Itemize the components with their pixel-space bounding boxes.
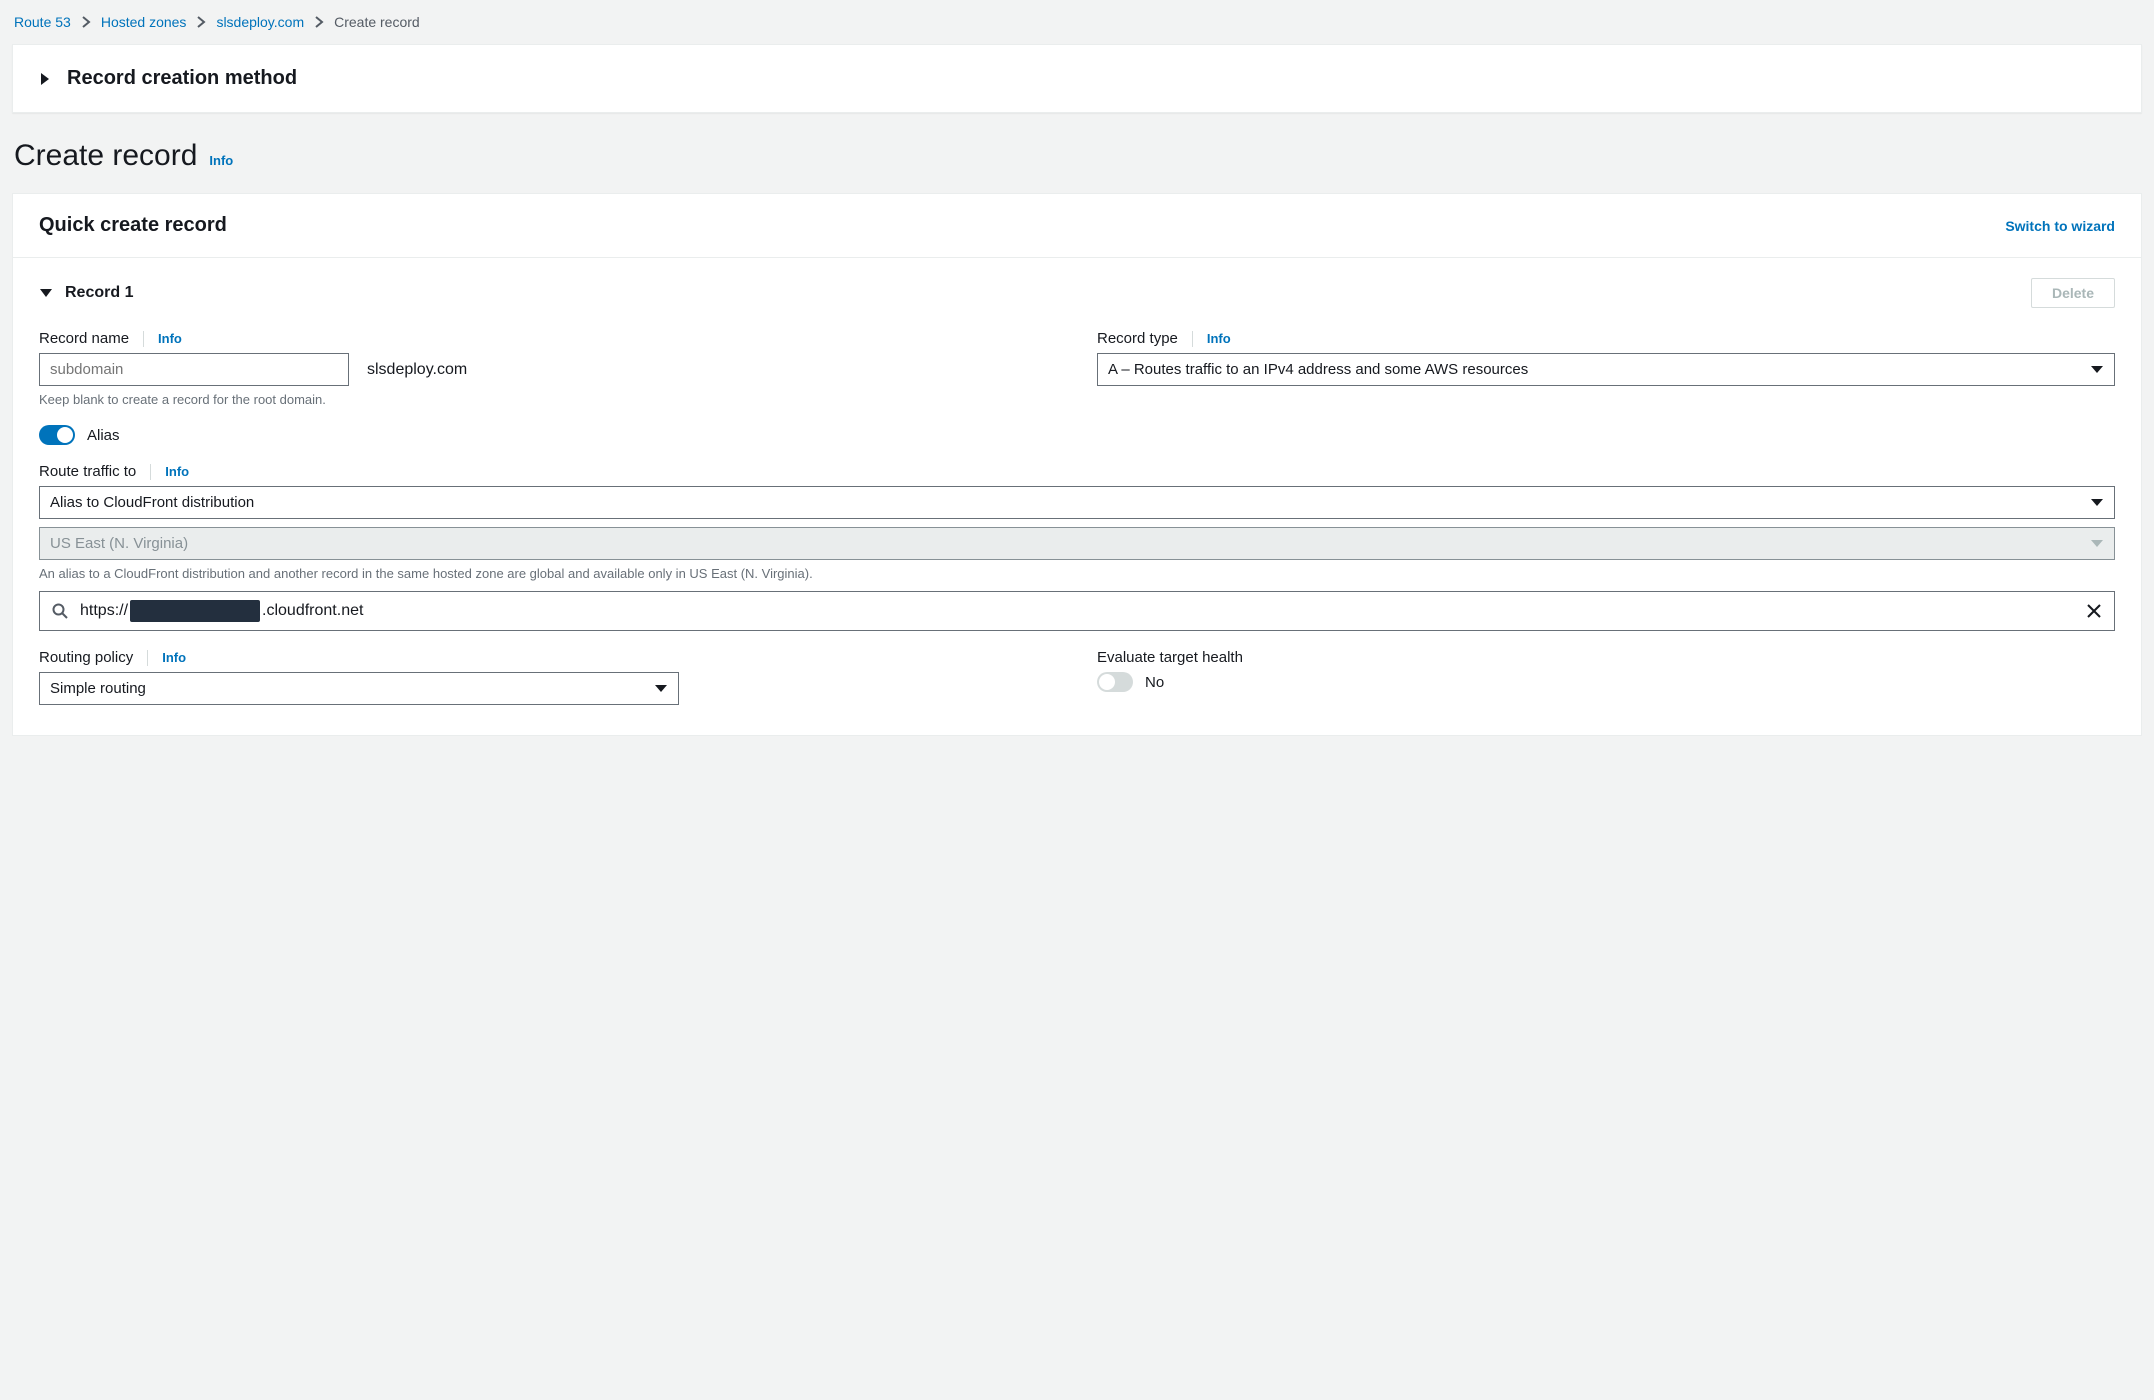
record-type-select[interactable]: A – Routes traffic to an IPv4 address an… bbox=[1097, 353, 2115, 386]
routing-policy-select[interactable]: Simple routing bbox=[39, 672, 679, 705]
alias-label: Alias bbox=[87, 427, 120, 444]
caret-down-icon bbox=[39, 287, 53, 299]
chevron-down-icon bbox=[654, 684, 668, 694]
switch-to-wizard-link[interactable]: Switch to wizard bbox=[2005, 218, 2115, 234]
region-select: US East (N. Virginia) bbox=[39, 527, 2115, 560]
record-name-suffix: slsdeploy.com bbox=[367, 361, 467, 379]
route-traffic-hint: An alias to a CloudFront distribution an… bbox=[39, 566, 2115, 581]
breadcrumb-hosted-zones[interactable]: Hosted zones bbox=[101, 14, 187, 30]
search-icon bbox=[40, 592, 80, 630]
clear-search-button[interactable] bbox=[2074, 592, 2114, 630]
page-info-link[interactable]: Info bbox=[209, 153, 233, 168]
panel-title: Record creation method bbox=[67, 67, 297, 90]
record-name-field: Record name Info slsdeploy.com Keep blan… bbox=[39, 330, 1057, 445]
record-type-info[interactable]: Info bbox=[1207, 331, 1231, 346]
card-title: Quick create record bbox=[39, 214, 227, 237]
chevron-down-icon bbox=[2090, 498, 2104, 508]
page-title-text: Create record bbox=[14, 139, 197, 173]
chevron-down-icon bbox=[2090, 539, 2104, 549]
delete-record-button[interactable]: Delete bbox=[2031, 278, 2115, 308]
record-heading: Record 1 bbox=[65, 284, 133, 302]
search-suffix: .cloudfront.net bbox=[262, 602, 363, 620]
alias-target-value: Alias to CloudFront distribution bbox=[50, 494, 254, 511]
region-value: US East (N. Virginia) bbox=[50, 535, 188, 552]
record-creation-method-panel: Record creation method bbox=[12, 44, 2142, 113]
route-traffic-label: Route traffic to bbox=[39, 463, 136, 480]
record-name-input[interactable] bbox=[39, 353, 349, 386]
routing-policy-info[interactable]: Info bbox=[162, 650, 186, 665]
divider bbox=[147, 650, 148, 666]
route-traffic-field: Route traffic to Info Alias to CloudFron… bbox=[39, 463, 2115, 631]
breadcrumb: Route 53 Hosted zones slsdeploy.com Crea… bbox=[0, 0, 2154, 44]
caret-right-icon bbox=[39, 72, 51, 86]
distribution-search[interactable]: https:// .cloudfront.net bbox=[39, 591, 2115, 631]
routing-policy-field: Routing policy Info Simple routing bbox=[39, 649, 1057, 705]
record-name-hint: Keep blank to create a record for the ro… bbox=[39, 392, 1057, 407]
chevron-down-icon bbox=[2090, 365, 2104, 375]
breadcrumb-route53[interactable]: Route 53 bbox=[14, 14, 71, 30]
divider bbox=[143, 331, 144, 347]
evaluate-health-toggle[interactable] bbox=[1097, 672, 1133, 692]
record-name-info[interactable]: Info bbox=[158, 331, 182, 346]
record-creation-method-toggle[interactable]: Record creation method bbox=[13, 45, 2141, 112]
record-name-label: Record name bbox=[39, 330, 129, 347]
routing-policy-value: Simple routing bbox=[50, 680, 146, 697]
record-type-value: A – Routes traffic to an IPv4 address an… bbox=[1108, 361, 1528, 378]
search-prefix: https:// bbox=[80, 602, 128, 620]
record-type-label: Record type bbox=[1097, 330, 1178, 347]
page-title: Create record Info bbox=[0, 139, 2154, 173]
divider bbox=[150, 464, 151, 480]
redacted-segment bbox=[130, 600, 260, 622]
record-collapse-toggle[interactable]: Record 1 bbox=[39, 284, 133, 302]
distribution-search-value: https:// .cloudfront.net bbox=[80, 600, 2074, 622]
record-type-field: Record type Info A – Routes traffic to a… bbox=[1097, 330, 2115, 445]
breadcrumb-current: Create record bbox=[334, 14, 420, 30]
chevron-right-icon bbox=[81, 16, 91, 28]
chevron-right-icon bbox=[196, 16, 206, 28]
breadcrumb-domain[interactable]: slsdeploy.com bbox=[216, 14, 304, 30]
alias-toggle[interactable] bbox=[39, 425, 75, 445]
divider bbox=[1192, 331, 1193, 347]
evaluate-health-value: No bbox=[1145, 674, 1164, 691]
evaluate-health-label: Evaluate target health bbox=[1097, 649, 1243, 666]
quick-create-card: Quick create record Switch to wizard Rec… bbox=[12, 193, 2142, 736]
chevron-right-icon bbox=[314, 16, 324, 28]
evaluate-health-field: Evaluate target health No bbox=[1097, 649, 2115, 705]
route-traffic-info[interactable]: Info bbox=[165, 464, 189, 479]
alias-target-select[interactable]: Alias to CloudFront distribution bbox=[39, 486, 2115, 519]
routing-policy-label: Routing policy bbox=[39, 649, 133, 666]
card-header: Quick create record Switch to wizard bbox=[13, 194, 2141, 258]
